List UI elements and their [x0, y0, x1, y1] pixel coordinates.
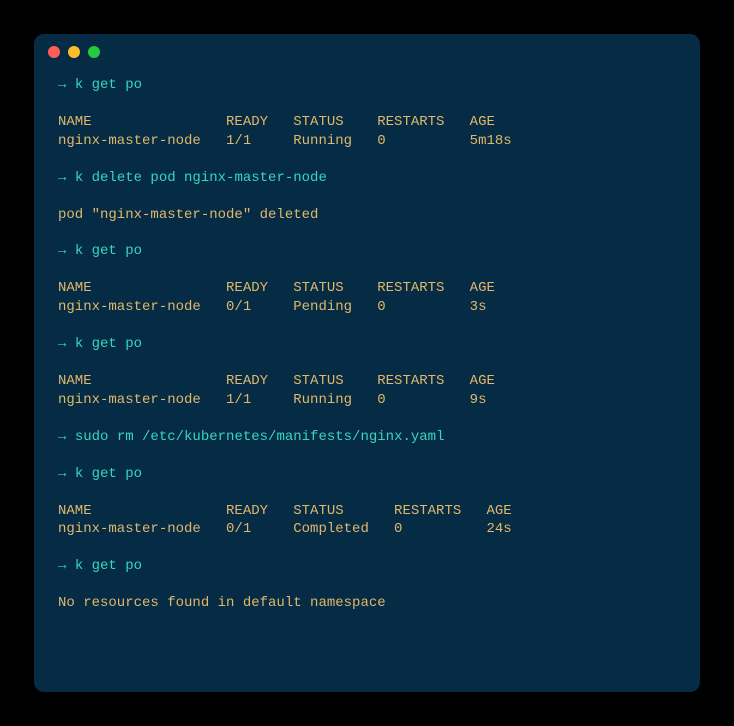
terminal-window: → k get po NAME READY STATUS RESTARTS AGE…	[34, 34, 700, 692]
blank-line	[58, 539, 676, 557]
command-line: → k get po	[58, 465, 676, 484]
prompt-arrow-icon: →	[58, 336, 75, 352]
table-row: nginx-master-node 1/1 Running 0 5m18s	[58, 132, 676, 151]
command-text: k get po	[75, 243, 142, 259]
blank-line	[58, 354, 676, 372]
blank-line	[58, 484, 676, 502]
table-row: nginx-master-node 0/1 Pending 0 3s	[58, 298, 676, 317]
titlebar	[34, 34, 700, 70]
table-header: NAME READY STATUS RESTARTS AGE	[58, 279, 676, 298]
command-text: k get po	[75, 336, 142, 352]
output-message: No resources found in default namespace	[58, 594, 676, 613]
terminal-content[interactable]: → k get po NAME READY STATUS RESTARTS AGE…	[34, 70, 700, 692]
blank-line	[58, 447, 676, 465]
zoom-icon[interactable]	[88, 46, 100, 58]
blank-line	[58, 317, 676, 335]
close-icon[interactable]	[48, 46, 60, 58]
table-row: nginx-master-node 0/1 Completed 0 24s	[58, 520, 676, 539]
command-line: → k get po	[58, 242, 676, 261]
prompt-arrow-icon: →	[58, 558, 75, 574]
blank-line	[58, 261, 676, 279]
blank-line	[58, 95, 676, 113]
blank-line	[58, 410, 676, 428]
command-text: k get po	[75, 558, 142, 574]
command-text: sudo rm /etc/kubernetes/manifests/nginx.…	[75, 429, 445, 445]
table-header: NAME READY STATUS RESTARTS AGE	[58, 113, 676, 132]
command-line: → k delete pod nginx-master-node	[58, 169, 676, 188]
blank-line	[58, 151, 676, 169]
blank-line	[58, 224, 676, 242]
table-row: nginx-master-node 1/1 Running 0 9s	[58, 391, 676, 410]
blank-line	[58, 576, 676, 594]
table-header: NAME READY STATUS RESTARTS AGE	[58, 372, 676, 391]
command-line: → k get po	[58, 557, 676, 576]
command-text: k delete pod nginx-master-node	[75, 170, 327, 186]
prompt-arrow-icon: →	[58, 466, 75, 482]
prompt-arrow-icon: →	[58, 77, 75, 93]
blank-line	[58, 188, 676, 206]
table-header: NAME READY STATUS RESTARTS AGE	[58, 502, 676, 521]
command-line: → k get po	[58, 76, 676, 95]
command-text: k get po	[75, 466, 142, 482]
output-message: pod "nginx-master-node" deleted	[58, 206, 676, 225]
prompt-arrow-icon: →	[58, 170, 75, 186]
prompt-arrow-icon: →	[58, 243, 75, 259]
minimize-icon[interactable]	[68, 46, 80, 58]
prompt-arrow-icon: →	[58, 429, 75, 445]
command-line: → k get po	[58, 335, 676, 354]
command-line: → sudo rm /etc/kubernetes/manifests/ngin…	[58, 428, 676, 447]
command-text: k get po	[75, 77, 142, 93]
